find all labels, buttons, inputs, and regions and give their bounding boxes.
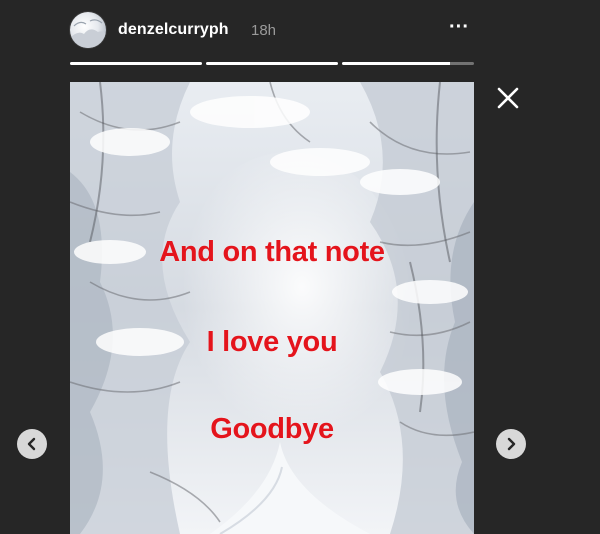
story-timestamp: 18h <box>251 22 277 39</box>
chevron-left-icon <box>27 437 36 451</box>
next-story-button[interactable] <box>496 429 526 459</box>
previous-story-button[interactable] <box>17 429 47 459</box>
snowy-forest-image <box>70 82 474 534</box>
avatar[interactable] <box>70 12 106 48</box>
username[interactable]: denzelcurryph <box>118 21 229 39</box>
close-icon[interactable] <box>494 84 522 112</box>
story-caption-line: I love you <box>206 326 338 358</box>
progress-segment <box>206 62 338 65</box>
story-header: denzelcurryph 18h ··· <box>70 12 474 52</box>
story-caption-line: Goodbye <box>210 413 334 445</box>
progress-segment-current <box>342 62 474 65</box>
more-options-icon[interactable]: ··· <box>444 16 474 44</box>
story-caption-line: And on that note <box>159 236 385 268</box>
progress-segment <box>70 62 202 65</box>
chevron-right-icon <box>507 437 516 451</box>
story-progress-bar <box>70 62 474 65</box>
story-media[interactable]: And on that note I love you Goodbye <box>70 82 474 534</box>
